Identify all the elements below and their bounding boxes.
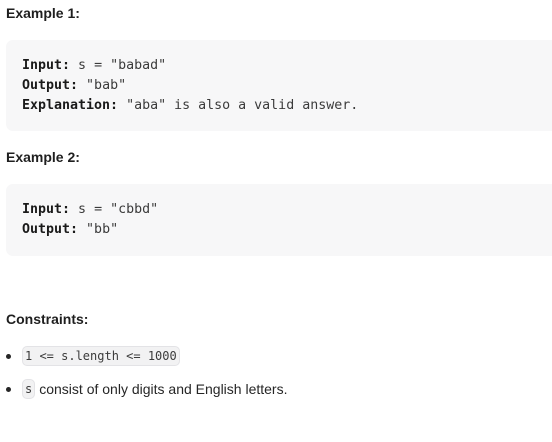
output-value: "bab" <box>78 78 127 93</box>
example-1-heading: Example 1: <box>6 5 80 21</box>
constraint-item: 1 <= s.length <= 1000 <box>6 345 180 367</box>
constraint-code: s <box>22 379 36 399</box>
constraint-text: consist of only digits and English lette… <box>39 381 288 397</box>
example-1-box: Input: s = "babad" Output: "bab" Explana… <box>6 40 552 131</box>
example-2-output-line: Output: "bb" <box>22 220 552 240</box>
example-2-box: Input: s = "cbbd" Output: "bb" <box>6 184 552 256</box>
input-key: Input: <box>22 58 71 73</box>
output-key: Output: <box>22 222 79 237</box>
example-2-heading: Example 2: <box>6 149 80 165</box>
constraints-heading: Constraints: <box>6 311 89 327</box>
output-value: "bb" <box>78 222 119 237</box>
example-1-input-line: Input: s = "babad" <box>22 56 552 76</box>
example-2-input-line: Input: s = "cbbd" <box>22 200 552 220</box>
bullet-icon <box>6 386 11 392</box>
bullet-icon <box>6 353 11 359</box>
output-key: Output: <box>22 78 79 93</box>
example-1-explanation-line: Explanation: "aba" is also a valid answe… <box>22 96 552 116</box>
input-key: Input: <box>22 202 71 217</box>
constraint-code: 1 <= s.length <= 1000 <box>22 346 180 366</box>
explanation-key: Explanation: <box>22 98 119 113</box>
example-1-output-line: Output: "bab" <box>22 76 552 96</box>
constraint-item: s consist of only digits and English let… <box>6 378 287 400</box>
explanation-value: "aba" is also a valid answer. <box>118 98 359 113</box>
input-value: s = "cbbd" <box>70 202 159 217</box>
input-value: s = "babad" <box>70 58 167 73</box>
